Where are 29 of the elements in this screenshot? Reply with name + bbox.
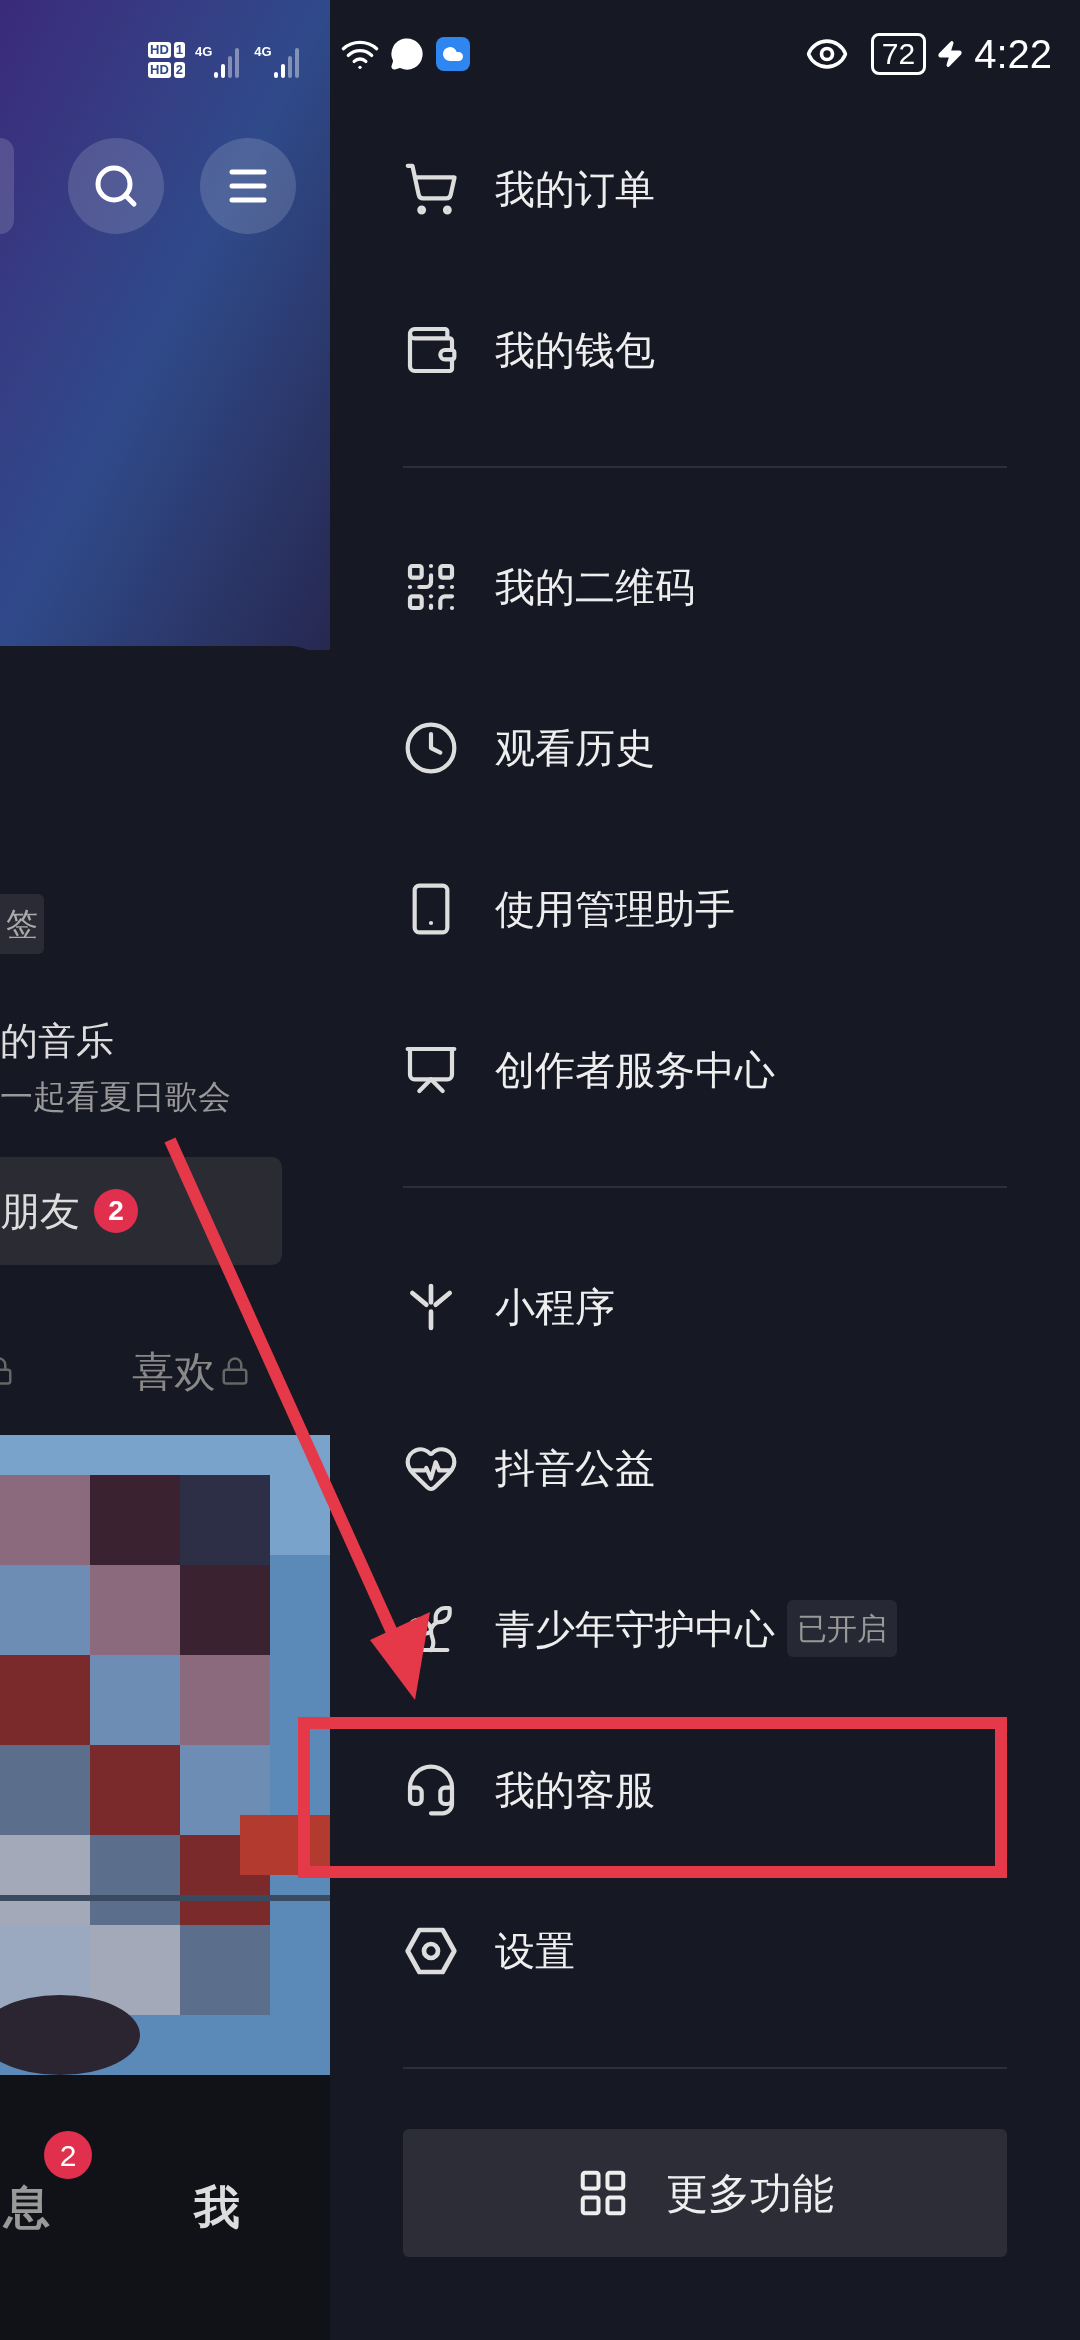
network-type: 4G — [254, 43, 272, 61]
menu-item[interactable]: 使用管理助手 — [403, 828, 735, 989]
menu-item[interactable]: 青少年守护中心 — [403, 1548, 775, 1709]
network-type: 4G — [195, 43, 213, 61]
menu-item[interactable]: 我的二维码 — [403, 506, 695, 667]
hd-label: HD — [148, 62, 171, 78]
menu-item[interactable]: 我的钱包 — [403, 269, 655, 430]
profile-tag: 签 — [0, 894, 44, 954]
clock-time: 4:22 — [974, 31, 1052, 78]
menu-item[interactable]: 我的订单 — [403, 108, 655, 269]
menu-item[interactable]: 我的客服 — [403, 1709, 655, 1870]
music-title: 的音乐 — [0, 1022, 115, 1060]
more-features-button[interactable]: 更多功能 — [403, 2129, 1007, 2257]
sim-label: 1 — [173, 42, 185, 58]
badge: 2 — [44, 2131, 92, 2179]
nav-tab[interactable]: 我 — [194, 2173, 240, 2242]
menu-item[interactable]: 创作者服务中心 — [403, 989, 775, 1150]
status-tag: 已开启 — [787, 1600, 897, 1657]
menu-item[interactable]: 抖音公益 — [403, 1387, 655, 1548]
sim-label: 2 — [173, 62, 185, 78]
menu-item[interactable]: 设置 — [403, 1870, 575, 2031]
hd-label: HD — [148, 42, 171, 58]
likes-tab[interactable]: 喜欢 — [132, 1339, 250, 1403]
menu-item[interactable]: 小程序 — [403, 1226, 615, 1387]
badge: 2 — [94, 1189, 138, 1233]
battery-level: 72 — [870, 33, 927, 75]
menu-item[interactable]: 观看历史 — [403, 667, 655, 828]
music-subtitle: 一起看夏日歌会 — [0, 1080, 232, 1113]
add-friends-button[interactable]: 朋友 2 — [0, 1157, 282, 1265]
